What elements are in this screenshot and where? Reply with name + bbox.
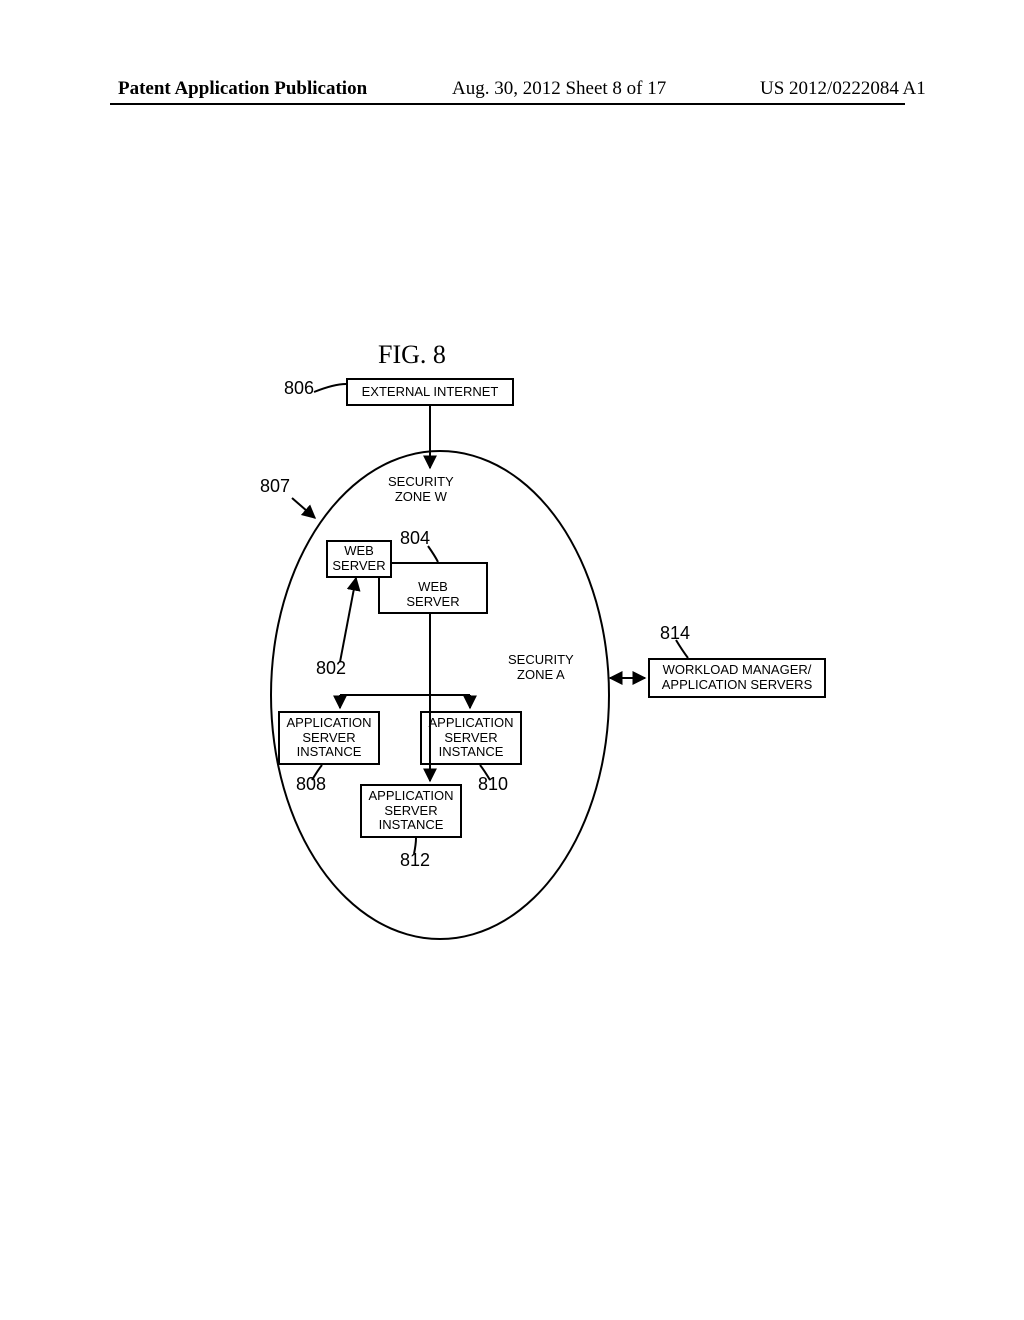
external-internet-box: EXTERNAL INTERNET: [346, 378, 514, 406]
header-rule: [110, 103, 905, 105]
figure-8: FIG. 8 EXTERNAL INTERNET WEBSERVER WEBSE…: [260, 340, 850, 960]
header-mid: Aug. 30, 2012 Sheet 8 of 17: [452, 78, 666, 100]
app-server-2-box: APPLICATIONSERVERINSTANCE: [420, 711, 522, 765]
ref-810: 810: [478, 774, 508, 795]
security-zone-w-label: SECURITYZONE W: [388, 475, 454, 505]
ref-814: 814: [660, 623, 690, 644]
security-zone-a-label: SECURITYZONE A: [508, 653, 574, 683]
ref-806: 806: [284, 378, 314, 399]
app-server-1-box: APPLICATIONSERVERINSTANCE: [278, 711, 380, 765]
ref-802: 802: [316, 658, 346, 679]
figure-title: FIG. 8: [378, 340, 446, 370]
ref-812: 812: [400, 850, 430, 871]
header-right: US 2012/0222084 A1: [760, 78, 926, 100]
web-server-2-box: WEBSERVER: [378, 562, 488, 614]
web-server-1-box: WEBSERVER: [326, 540, 392, 578]
ref-808: 808: [296, 774, 326, 795]
workload-manager-box: WORKLOAD MANAGER/APPLICATION SERVERS: [648, 658, 826, 698]
ref-807: 807: [260, 476, 290, 497]
ref-804: 804: [400, 528, 430, 549]
ellipse-boundary: [270, 450, 610, 940]
header-left: Patent Application Publication: [118, 78, 367, 100]
app-server-3-box: APPLICATIONSERVERINSTANCE: [360, 784, 462, 838]
